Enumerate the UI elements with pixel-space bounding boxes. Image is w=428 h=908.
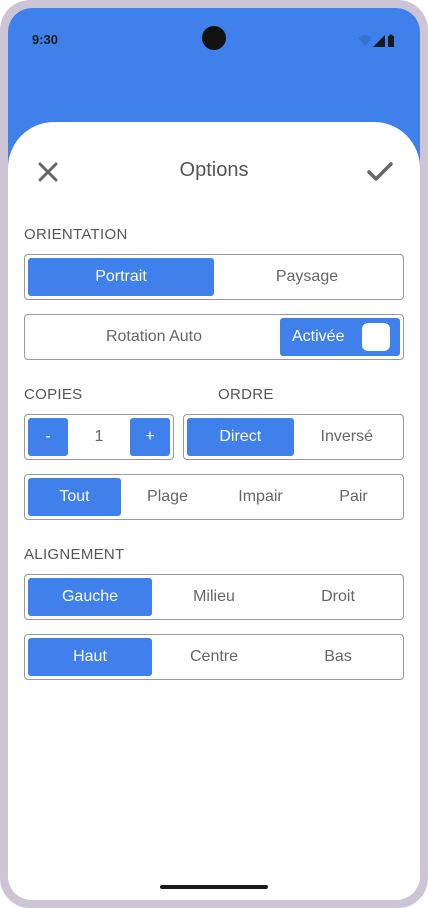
align-centre[interactable]: Centre: [152, 638, 276, 676]
toggle-knob: [362, 323, 390, 351]
orientation-label: ORIENTATION: [24, 226, 128, 243]
alignment-vertical-segmented: Haut Centre Bas: [24, 634, 404, 680]
device-frame: 9:30 Options ORIENTATION Portrait Paysag…: [0, 0, 428, 908]
align-droit[interactable]: Droit: [276, 578, 400, 616]
copies-value: 1: [94, 428, 104, 445]
orientation-portrait[interactable]: Portrait: [28, 258, 214, 296]
page-title: Options: [179, 159, 249, 181]
pages-plage[interactable]: Plage: [121, 478, 214, 516]
orientation-paysage[interactable]: Paysage: [214, 258, 400, 296]
order-segmented: Direct Inversé: [183, 414, 404, 460]
home-indicator[interactable]: [160, 885, 268, 889]
rotation-auto-label: Rotation Auto: [105, 328, 203, 345]
copies-label: COPIES: [24, 386, 83, 403]
signal-icon: [373, 35, 385, 47]
copies-stepper: - 1 +: [24, 414, 174, 460]
decrement-button[interactable]: -: [28, 418, 68, 456]
order-direct[interactable]: Direct: [187, 418, 294, 456]
align-haut[interactable]: Haut: [28, 638, 152, 676]
wifi-icon: [358, 35, 372, 46]
rotation-auto-row: Rotation Auto Activée: [24, 314, 404, 360]
align-gauche[interactable]: Gauche: [28, 578, 152, 616]
align-bas[interactable]: Bas: [276, 638, 400, 676]
options-sheet: Options ORIENTATION Portrait Paysage Rot…: [8, 122, 420, 900]
rotation-toggle-label: Activée: [292, 328, 345, 345]
increment-button[interactable]: +: [130, 418, 170, 456]
pages-tout[interactable]: Tout: [28, 478, 121, 516]
camera-cutout: [202, 26, 226, 50]
orientation-segmented: Portrait Paysage: [24, 254, 404, 300]
status-time: 9:30: [32, 32, 59, 47]
alignment-horizontal-segmented: Gauche Milieu Droit: [24, 574, 404, 620]
pages-impair[interactable]: Impair: [214, 478, 307, 516]
status-icons: [356, 33, 396, 49]
screen: 9:30 Options ORIENTATION Portrait Paysag…: [8, 8, 420, 900]
confirm-button[interactable]: [364, 156, 396, 188]
order-label: ORDRE: [218, 386, 274, 403]
pages-pair[interactable]: Pair: [307, 478, 400, 516]
order-inverse[interactable]: Inversé: [294, 418, 401, 456]
check-icon: [367, 162, 393, 181]
align-milieu[interactable]: Milieu: [152, 578, 276, 616]
rotation-toggle[interactable]: Activée: [280, 318, 400, 356]
alignment-label: ALIGNEMENT: [24, 546, 125, 563]
pages-segmented: Tout Plage Impair Pair: [24, 474, 404, 520]
battery-icon: [388, 34, 394, 47]
